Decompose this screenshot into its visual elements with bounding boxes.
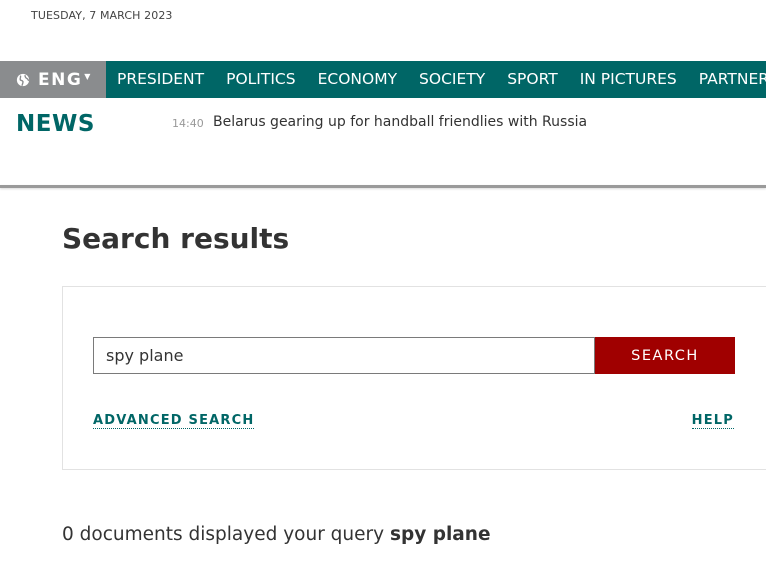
globe-icon bbox=[16, 73, 30, 86]
nav-item-politics[interactable]: POLITICS bbox=[215, 61, 306, 98]
result-summary: 0 documents displayed your query spy pla… bbox=[62, 524, 491, 545]
news-ticker-headline[interactable]: Belarus gearing up for handball friendli… bbox=[213, 114, 587, 130]
advanced-search-link[interactable]: ADVANCED SEARCH bbox=[93, 413, 255, 429]
current-date: TUESDAY, 7 MARCH 2023 bbox=[31, 9, 173, 22]
nav-item-sport[interactable]: SPORT bbox=[496, 61, 569, 98]
main-navigation: ENG ▼ PRESIDENT POLITICS ECONOMY SOCIETY… bbox=[0, 61, 766, 98]
language-selector[interactable]: ENG ▼ bbox=[0, 61, 106, 98]
page-title: Search results bbox=[62, 222, 290, 255]
language-label: ENG bbox=[38, 69, 83, 90]
menu-items: PRESIDENT POLITICS ECONOMY SOCIETY SPORT… bbox=[106, 61, 766, 98]
result-summary-text: 0 documents displayed your query bbox=[62, 524, 390, 545]
help-link[interactable]: HELP bbox=[691, 413, 734, 429]
nav-item-economy[interactable]: ECONOMY bbox=[307, 61, 408, 98]
header-divider bbox=[0, 185, 766, 188]
search-input[interactable] bbox=[93, 337, 595, 374]
search-panel: SEARCH ADVANCED SEARCH HELP bbox=[62, 286, 766, 470]
nav-item-society[interactable]: SOCIETY bbox=[408, 61, 496, 98]
nav-item-president[interactable]: PRESIDENT bbox=[106, 61, 215, 98]
news-ticker-label[interactable]: NEWS bbox=[16, 111, 95, 137]
chevron-down-icon: ▼ bbox=[84, 72, 91, 81]
result-query: spy plane bbox=[389, 524, 491, 545]
news-ticker-time: 14:40 bbox=[172, 117, 204, 130]
nav-item-in-pictures[interactable]: IN PICTURES bbox=[569, 61, 688, 98]
nav-item-partners[interactable]: PARTNERS bbox=[688, 61, 766, 98]
search-button[interactable]: SEARCH bbox=[595, 337, 735, 374]
